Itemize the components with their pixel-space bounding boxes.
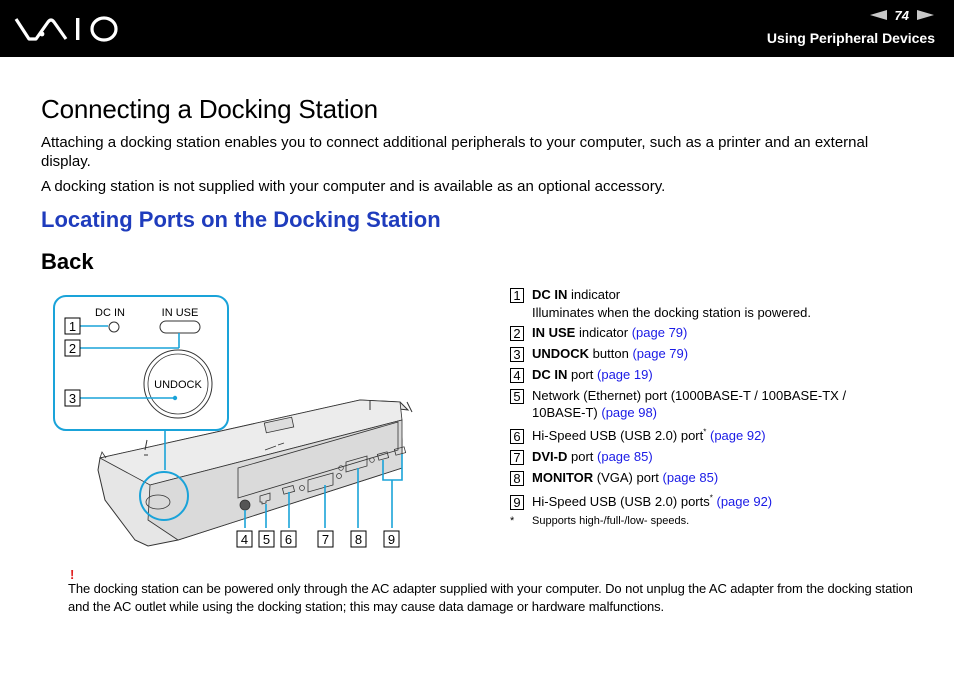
- dc-in-label: DC IN: [95, 307, 125, 319]
- page-link[interactable]: (page 92): [716, 494, 772, 509]
- legend-number: 3: [510, 347, 524, 362]
- legend-item-5-cont: 10BASE-T) (page 98): [532, 405, 658, 420]
- page-link[interactable]: (page 19): [597, 367, 653, 382]
- legend-item-1-note: Illuminates when the docking station is …: [532, 305, 811, 320]
- page-link[interactable]: (page 85): [597, 449, 653, 464]
- warning-text: The docking station can be powered only …: [68, 581, 913, 614]
- page-navigator: 74: [869, 6, 934, 24]
- svg-text:4: 4: [241, 532, 248, 547]
- svg-text:8: 8: [355, 532, 362, 547]
- view-title: Back: [41, 249, 94, 274]
- vaio-logo: VAIO: [14, 16, 118, 42]
- legend-item-1: 1 DC IN indicator: [510, 287, 620, 304]
- svg-text:1: 1: [69, 319, 76, 334]
- legend-number: 2: [510, 326, 524, 341]
- legend-number: 8: [510, 471, 524, 486]
- section-subtitle: Locating Ports on the Docking Station: [41, 207, 441, 232]
- page-number: 74: [894, 7, 909, 23]
- callout-5: 5: [258, 530, 275, 548]
- page-link[interactable]: (page 79): [632, 325, 688, 340]
- legend-number: 5: [510, 389, 524, 404]
- legend-number: 6: [510, 429, 524, 444]
- legend-number: 9: [510, 495, 524, 510]
- callout-8: 8: [350, 530, 367, 548]
- page-link[interactable]: (page 98): [601, 405, 657, 420]
- legend-number: 4: [510, 368, 524, 383]
- legend-item-4: 4 DC IN port (page 19): [510, 367, 653, 384]
- page-link[interactable]: (page 79): [632, 346, 688, 361]
- footnote-mark: *: [510, 515, 515, 527]
- page-link[interactable]: (page 85): [663, 470, 719, 485]
- legend-item-3: 3 UNDOCK button (page 79): [510, 346, 688, 363]
- page-link[interactable]: (page 92): [710, 428, 766, 443]
- footnote: * Supports high-/full-/low- speeds.: [510, 515, 689, 527]
- legend-number: 1: [510, 288, 524, 303]
- svg-text:9: 9: [388, 532, 395, 547]
- svg-text:7: 7: [322, 532, 329, 547]
- intro-paragraph: Attaching a docking station enables you …: [41, 134, 869, 170]
- page-title: Connecting a Docking Station: [41, 94, 378, 124]
- legend-item-6: 6 Hi-Speed USB (USB 2.0) port* (page 92): [510, 428, 766, 445]
- legend-item-5: 5 Network (Ethernet) port (1000BASE-T / …: [510, 388, 846, 405]
- svg-text:2: 2: [69, 341, 76, 356]
- legend-item-7: 7 DVI-D port (page 85): [510, 449, 653, 466]
- callout-3: 3: [64, 389, 81, 407]
- page-header: VAIO 74 Using Peripheral Devices: [0, 0, 954, 57]
- undock-label: UNDOCK: [154, 379, 202, 391]
- svg-text:3: 3: [69, 391, 76, 406]
- callout-4: 4: [236, 530, 253, 548]
- callout-7: 7: [317, 530, 334, 548]
- callout-2: 2: [64, 339, 81, 357]
- legend-item-9: 9 Hi-Speed USB (USB 2.0) ports* (page 92…: [510, 494, 772, 511]
- footnote-text: Supports high-/full-/low- speeds.: [532, 515, 690, 527]
- arrow-right-icon[interactable]: [917, 10, 934, 20]
- svg-text:6: 6: [285, 532, 292, 547]
- callout-6: 6: [280, 530, 297, 548]
- docking-station-illustration: DC IN IN USE UNDOCK 1 2 3 4 5 6 7 8 9: [53, 295, 413, 548]
- svg-text:5: 5: [263, 532, 270, 547]
- arrow-left-icon[interactable]: [869, 10, 887, 20]
- accessory-paragraph: A docking station is not supplied with y…: [41, 178, 666, 195]
- legend-number: 7: [510, 450, 524, 465]
- section-name: Using Peripheral Devices: [766, 30, 935, 46]
- legend-item-2: 2 IN USE indicator (page 79): [510, 325, 688, 342]
- in-use-label: IN USE: [162, 307, 199, 319]
- callout-9: 9: [383, 530, 400, 548]
- callout-1: 1: [64, 317, 81, 335]
- legend-item-8: 8 MONITOR (VGA) port (page 85): [510, 470, 719, 487]
